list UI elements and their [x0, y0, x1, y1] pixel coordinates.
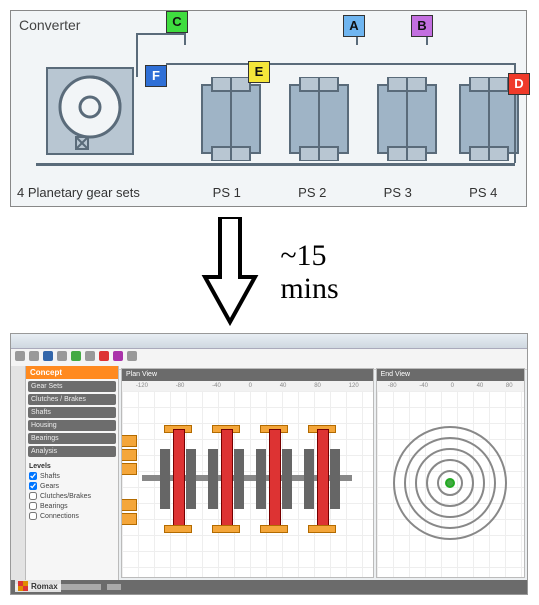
toolbar-icon[interactable] — [99, 351, 109, 361]
ps1-label: PS 1 — [184, 185, 270, 200]
model-planetary-4 — [304, 429, 340, 529]
tick: -80 — [388, 383, 397, 389]
gearbox-end-model[interactable] — [387, 399, 514, 567]
transition-time: ~15 mins — [280, 239, 338, 305]
check-label: Bearings — [40, 503, 68, 510]
toolbar-icon[interactable] — [71, 351, 81, 361]
toolbar-icon[interactable] — [127, 351, 137, 361]
sidebar-item[interactable]: Clutches / Brakes — [28, 394, 116, 405]
ps3-label: PS 3 — [355, 185, 441, 200]
badge-E: E — [248, 61, 270, 83]
toolbar-icon[interactable] — [29, 351, 39, 361]
checkbox[interactable] — [29, 492, 37, 500]
converter-schematic: Converter — [10, 10, 527, 207]
planetary-set-1 — [194, 77, 268, 161]
tick: -40 — [419, 383, 428, 389]
toolbar-icon[interactable] — [85, 351, 95, 361]
bottom-control[interactable] — [107, 584, 121, 590]
time-value: ~15 — [280, 239, 326, 272]
torque-converter-icon — [46, 67, 134, 155]
tick: 40 — [477, 383, 484, 389]
toolbar-icon[interactable] — [113, 351, 123, 361]
model-planetary-3 — [256, 429, 292, 529]
sidebar-item[interactable]: Housing — [28, 420, 116, 431]
check-label: Shafts — [40, 473, 60, 480]
model-planetary-2 — [208, 429, 244, 529]
sidebar-check[interactable]: Bearings — [26, 501, 118, 511]
badge-D: D — [508, 73, 530, 95]
planetary-set-3 — [370, 77, 444, 161]
tick: -80 — [176, 383, 185, 389]
sidebar-check[interactable]: Gears — [26, 481, 118, 491]
input-clutch-pack — [121, 435, 138, 523]
time-unit: mins — [280, 272, 338, 305]
transition-block: ~15 mins — [10, 217, 529, 327]
plan-view-pane[interactable]: Plan View -120 -80 -40 0 40 80 120 — [121, 368, 374, 578]
connection-line — [136, 33, 186, 35]
down-arrow-icon — [200, 217, 260, 327]
checkbox[interactable] — [29, 502, 37, 510]
converter-title: Converter — [19, 17, 80, 33]
sidebar-item[interactable]: Shafts — [28, 407, 116, 418]
checkbox[interactable] — [29, 482, 37, 490]
badge-F: F — [145, 65, 167, 87]
upper-interconnect — [166, 63, 516, 65]
pane-header: End View — [377, 369, 524, 381]
tick: -120 — [136, 383, 148, 389]
planetary-set-2 — [282, 77, 356, 161]
checkbox[interactable] — [29, 472, 37, 480]
badge-A: A — [343, 15, 365, 37]
toolbar-icon[interactable] — [15, 351, 25, 361]
tick: 80 — [506, 383, 513, 389]
schematic-canvas — [16, 33, 521, 176]
planetary-count-label: 4 Planetary gear sets — [11, 185, 184, 200]
pane-header: Plan View — [122, 369, 373, 381]
end-view-pane[interactable]: End View -80 -40 0 40 80 — [376, 368, 525, 578]
sidebar-check[interactable]: Shafts — [26, 471, 118, 481]
sidebar-section-label: Levels — [26, 459, 118, 471]
left-tool-strip[interactable] — [11, 366, 26, 580]
tick: 120 — [349, 383, 359, 389]
sidebar-header[interactable]: Concept — [26, 366, 118, 379]
toolbar-icon[interactable] — [57, 351, 67, 361]
checkbox[interactable] — [29, 512, 37, 520]
sidebar-item[interactable]: Bearings — [28, 433, 116, 444]
sidebar-item[interactable]: Analysis — [28, 446, 116, 457]
brand-badge: Romax — [15, 580, 61, 592]
badge-B: B — [411, 15, 433, 37]
software-screenshot: Concept Gear Sets Clutches / Brakes Shaf… — [10, 333, 528, 595]
check-label: Clutches/Brakes — [40, 493, 91, 500]
ps2-label: PS 2 — [270, 185, 356, 200]
tick: 40 — [280, 383, 287, 389]
tick: 0 — [451, 383, 454, 389]
connection-line — [136, 33, 138, 77]
sidebar-check[interactable]: Clutches/Brakes — [26, 491, 118, 501]
sidebar-item[interactable]: Gear Sets — [28, 381, 116, 392]
main-shaft — [36, 163, 515, 166]
badge-C: C — [166, 11, 188, 33]
check-label: Gears — [40, 483, 59, 490]
ps4-label: PS 4 — [441, 185, 527, 200]
tick: -40 — [212, 383, 221, 389]
check-label: Connections — [40, 513, 79, 520]
romax-logo-icon — [18, 581, 28, 591]
toolbar-icon[interactable] — [43, 351, 53, 361]
window-titlebar[interactable] — [11, 334, 527, 349]
ground-brake-C — [184, 33, 186, 45]
tick: 0 — [249, 383, 252, 389]
bottom-bar[interactable] — [11, 580, 527, 594]
gearbox-plan-model[interactable] — [142, 409, 352, 549]
sidebar-check[interactable]: Connections — [26, 511, 118, 521]
tick: 80 — [314, 383, 321, 389]
brand-label: Romax — [31, 582, 58, 591]
model-planetary-1 — [160, 429, 196, 529]
schematic-bottom-labels: 4 Planetary gear sets PS 1 PS 2 PS 3 PS … — [11, 185, 526, 200]
sidebar-panel: Concept Gear Sets Clutches / Brakes Shaf… — [26, 366, 119, 580]
